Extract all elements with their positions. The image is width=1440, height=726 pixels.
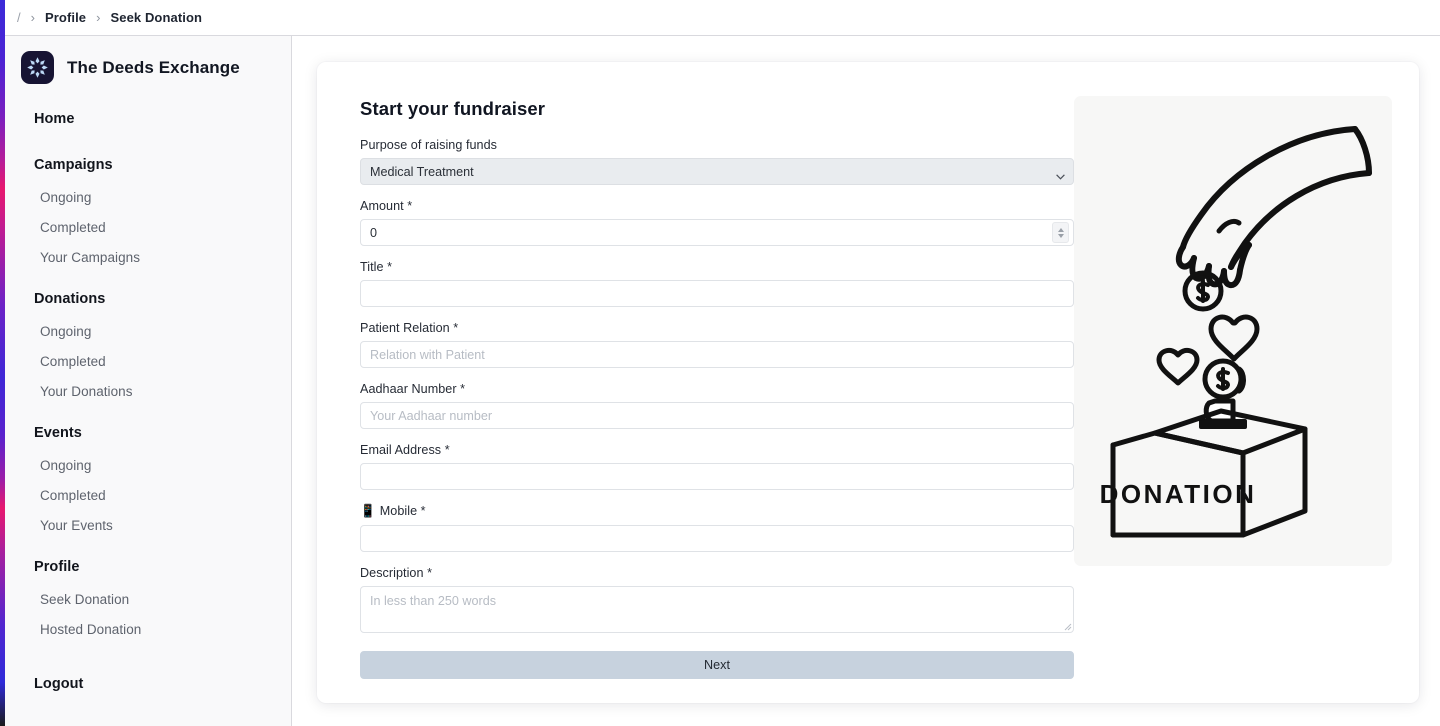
field-email-address: Email Address * (360, 443, 1074, 490)
sidebar-item-your-events[interactable]: Your Events (5, 511, 291, 541)
chevron-right-icon: › (96, 10, 101, 25)
patient-relation-input[interactable] (360, 341, 1074, 368)
field-title: Title * (360, 260, 1074, 307)
sidebar-item-campaigns-ongoing[interactable]: Ongoing (5, 183, 291, 213)
next-button[interactable]: Next (360, 651, 1074, 679)
label-email-address: Email Address * (360, 443, 450, 457)
field-aadhaar-number: Aadhaar Number * (360, 382, 1074, 429)
sidebar-group-events[interactable]: Events (5, 418, 291, 448)
sidebar-group-profile[interactable]: Profile (5, 552, 291, 582)
sidebar-item-seek-donation[interactable]: Seek Donation (5, 585, 291, 615)
brand-header[interactable]: The Deeds Exchange (5, 36, 291, 84)
top-breadcrumb-bar: / › Profile › Seek Donation (0, 0, 1440, 36)
sidebar-group-donations[interactable]: Donations (5, 284, 291, 314)
label-description: Description * (360, 566, 433, 580)
breadcrumb-item-seek-donation[interactable]: Seek Donation (110, 10, 202, 25)
sidebar: The Deeds Exchange Home Campaigns Ongoin… (5, 36, 292, 726)
illustration-caption: DONATION (1100, 479, 1257, 509)
page-title: Start your fundraiser (360, 98, 546, 119)
label-patient-relation: Patient Relation * (360, 321, 459, 335)
breadcrumb-item-profile[interactable]: Profile (45, 10, 86, 25)
sidebar-item-donations-ongoing[interactable]: Ongoing (5, 317, 291, 347)
purpose-select[interactable]: Medical Treatment (360, 158, 1074, 185)
label-mobile: 📱 Mobile * (360, 504, 1074, 519)
sidebar-item-campaigns-completed[interactable]: Completed (5, 213, 291, 243)
description-textarea[interactable] (360, 586, 1074, 633)
field-purpose: Purpose of raising funds Medical Treatme… (360, 138, 1074, 185)
label-mobile-text: Mobile * (379, 504, 426, 518)
title-input[interactable] (360, 280, 1074, 307)
chevron-right-icon: › (30, 10, 35, 25)
sidebar-nav: Home Campaigns Ongoing Completed Your Ca… (5, 84, 291, 699)
mobile-input[interactable] (360, 525, 1074, 552)
sidebar-item-home[interactable]: Home (5, 104, 291, 134)
donation-box-illustration: DONATION (1074, 96, 1392, 566)
sidebar-item-events-completed[interactable]: Completed (5, 481, 291, 511)
label-purpose: Purpose of raising funds (360, 138, 498, 152)
fundraiser-form: Start your fundraiser Purpose of raising… (339, 86, 1074, 679)
aadhaar-number-input[interactable] (360, 402, 1074, 429)
label-aadhaar-number: Aadhaar Number * (360, 382, 466, 396)
field-amount: Amount * (360, 199, 1074, 246)
amount-input[interactable] (360, 219, 1074, 246)
field-mobile: 📱 Mobile * (360, 504, 1074, 552)
sidebar-item-hosted-donation[interactable]: Hosted Donation (5, 615, 291, 645)
sidebar-item-logout[interactable]: Logout (5, 669, 291, 699)
field-patient-relation: Patient Relation * (360, 321, 1074, 368)
burst-logo-icon (21, 51, 54, 84)
sidebar-item-events-ongoing[interactable]: Ongoing (5, 451, 291, 481)
label-amount: Amount * (360, 199, 413, 213)
breadcrumb: / › Profile › Seek Donation (17, 10, 202, 25)
brand-name: The Deeds Exchange (67, 57, 240, 77)
email-address-input[interactable] (360, 463, 1074, 490)
sidebar-item-your-campaigns[interactable]: Your Campaigns (5, 243, 291, 273)
main-content: Start your fundraiser Purpose of raising… (292, 36, 1440, 726)
label-title: Title * (360, 260, 393, 274)
mobile-phone-icon: 📱 (360, 504, 376, 518)
sidebar-item-your-donations[interactable]: Your Donations (5, 377, 291, 407)
sidebar-item-donations-completed[interactable]: Completed (5, 347, 291, 377)
sidebar-group-campaigns[interactable]: Campaigns (5, 150, 291, 180)
field-description: Description * (360, 566, 1074, 638)
left-accent-strip (0, 0, 5, 726)
fundraiser-card: Start your fundraiser Purpose of raising… (317, 62, 1419, 703)
